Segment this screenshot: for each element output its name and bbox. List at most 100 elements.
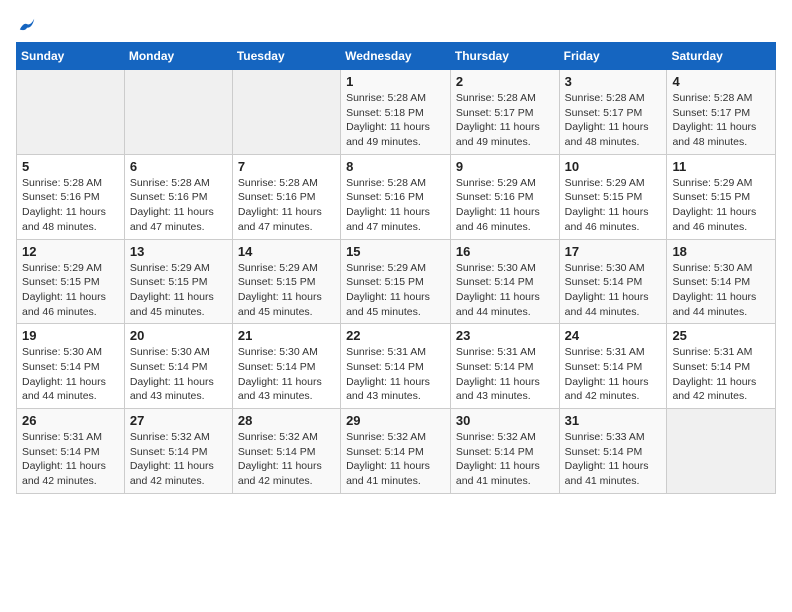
calendar-cell: 10 Sunrise: 5:29 AMSunset: 5:15 PMDayligh… — [559, 154, 667, 239]
day-number: 11 — [672, 159, 770, 174]
calendar-cell: 31Sunrise: 5:33 AMSunset: 5:14 PMDayligh… — [559, 409, 667, 494]
day-info: Sunrise: 5:29 AMSunset: 5:15 PMDaylight:… — [565, 176, 662, 235]
calendar-cell: 3Sunrise: 5:28 AMSunset: 5:17 PMDaylight… — [559, 70, 667, 155]
sunset-text: Sunset: 5:14 PM — [565, 360, 662, 375]
sunrise-text: Sunrise: 5:28 AM — [346, 176, 445, 191]
sunset-text: Sunset: 5:14 PM — [130, 445, 227, 460]
daylight-text: Daylight: 11 hours and 43 minutes. — [130, 375, 227, 404]
daylight-text: Daylight: 11 hours and 47 minutes. — [130, 205, 227, 234]
sunset-text: Sunset: 5:14 PM — [672, 360, 770, 375]
day-info: Sunrise: 5:31 AMSunset: 5:14 PMDaylight:… — [565, 345, 662, 404]
sunset-text: Sunset: 5:15 PM — [238, 275, 335, 290]
header-day-friday: Friday — [559, 43, 667, 70]
header-day-sunday: Sunday — [17, 43, 125, 70]
daylight-text: Daylight: 11 hours and 44 minutes. — [456, 290, 554, 319]
logo-text — [16, 16, 36, 34]
daylight-text: Daylight: 11 hours and 41 minutes. — [565, 459, 662, 488]
week-row-2: 5Sunrise: 5:28 AMSunset: 5:16 PMDaylight… — [17, 154, 776, 239]
daylight-text: Daylight: 11 hours and 49 minutes. — [346, 120, 445, 149]
daylight-text: Daylight: 11 hours and 42 minutes. — [22, 459, 119, 488]
calendar-cell: 17Sunrise: 5:30 AMSunset: 5:14 PMDayligh… — [559, 239, 667, 324]
sunrise-text: Sunrise: 5:30 AM — [238, 345, 335, 360]
sunrise-text: Sunrise: 5:29 AM — [22, 261, 119, 276]
calendar-cell — [17, 70, 125, 155]
sunset-text: Sunset: 5:18 PM — [346, 106, 445, 121]
sunrise-text: Sunrise: 5:31 AM — [456, 345, 554, 360]
calendar-cell: 18Sunrise: 5:30 AMSunset: 5:14 PMDayligh… — [667, 239, 776, 324]
day-info: Sunrise: 5:31 AMSunset: 5:14 PMDaylight:… — [456, 345, 554, 404]
sunset-text: Sunset: 5:16 PM — [346, 190, 445, 205]
day-info: Sunrise: 5:30 AMSunset: 5:14 PMDaylight:… — [456, 261, 554, 320]
sunset-text: Sunset: 5:16 PM — [456, 190, 554, 205]
calendar-cell: 21Sunrise: 5:30 AMSunset: 5:14 PMDayligh… — [232, 324, 340, 409]
day-info: Sunrise: 5:28 AMSunset: 5:17 PMDaylight:… — [456, 91, 554, 150]
week-row-3: 12Sunrise: 5:29 AMSunset: 5:15 PMDayligh… — [17, 239, 776, 324]
sunrise-text: Sunrise: 5:31 AM — [346, 345, 445, 360]
day-number: 28 — [238, 413, 335, 428]
day-info: Sunrise: 5:31 AMSunset: 5:14 PMDaylight:… — [346, 345, 445, 404]
sunset-text: Sunset: 5:14 PM — [22, 445, 119, 460]
sunrise-text: Sunrise: 5:29 AM — [238, 261, 335, 276]
calendar-cell: 14Sunrise: 5:29 AMSunset: 5:15 PMDayligh… — [232, 239, 340, 324]
sunset-text: Sunset: 5:16 PM — [238, 190, 335, 205]
day-info: Sunrise: 5:30 AMSunset: 5:14 PMDaylight:… — [130, 345, 227, 404]
week-row-1: 1 Sunrise: 5:28 AM Sunset: 5:18 PMDaylight… — [17, 70, 776, 155]
sunrise-text: Sunrise: 5:30 AM — [565, 261, 662, 276]
calendar-cell: 2Sunrise: 5:28 AMSunset: 5:17 PMDaylight… — [450, 70, 559, 155]
sunrise-text: Sunrise: 5:28 AM — [130, 176, 227, 191]
day-number: 6 — [130, 159, 227, 174]
day-number: 18 — [672, 244, 770, 259]
sunset-text: Sunset: 5:14 PM — [456, 275, 554, 290]
sunrise-text: Sunrise: 5:28 AM — [238, 176, 335, 191]
daylight-text: Daylight: 11 hours and 46 minutes. — [456, 205, 554, 234]
sunrise-text: Sunrise: 5:28 AM — [565, 91, 662, 106]
day-number: 19 — [22, 328, 119, 343]
daylight-text: Daylight: 11 hours and 46 minutes. — [565, 205, 662, 234]
day-info: Sunrise: 5:30 AMSunset: 5:14 PMDaylight:… — [565, 261, 662, 320]
sunrise-text: Sunrise: 5:29 AM — [672, 176, 770, 191]
sunrise-text: Sunrise: 5:29 AM — [565, 176, 662, 191]
calendar-header: SundayMondayTuesdayWednesdayThursdayFrid… — [17, 43, 776, 70]
sunrise-text: Sunrise: 5:29 AM — [130, 261, 227, 276]
calendar-cell: 5Sunrise: 5:28 AMSunset: 5:16 PMDaylight… — [17, 154, 125, 239]
day-info: Sunrise: 5:28 AMSunset: 5:16 PMDaylight:… — [22, 176, 119, 235]
daylight-text: Daylight: 11 hours and 43 minutes. — [346, 375, 445, 404]
daylight-text: Daylight: 11 hours and 42 minutes. — [238, 459, 335, 488]
sunset-text: Sunset: 5:14 PM — [238, 445, 335, 460]
logo — [16, 16, 36, 30]
header-day-saturday: Saturday — [667, 43, 776, 70]
day-number: 10 — [565, 159, 662, 174]
calendar-cell: 23Sunrise: 5:31 AMSunset: 5:14 PMDayligh… — [450, 324, 559, 409]
sunset-text: Sunset: 5:15 PM — [346, 275, 445, 290]
sunset-text: Sunset: 5:14 PM — [456, 360, 554, 375]
daylight-text: Daylight: 11 hours and 47 minutes. — [346, 205, 445, 234]
calendar-cell: 28Sunrise: 5:32 AMSunset: 5:14 PMDayligh… — [232, 409, 340, 494]
sunset-text: Sunset: 5:14 PM — [22, 360, 119, 375]
sunset-text: Sunset: 5:15 PM — [22, 275, 119, 290]
day-number: 20 — [130, 328, 227, 343]
day-number: 13 — [130, 244, 227, 259]
day-info: Sunrise: 5:28 AMSunset: 5:16 PMDaylight:… — [130, 176, 227, 235]
sunset-text: Sunset: 5:16 PM — [130, 190, 227, 205]
day-number: 30 — [456, 413, 554, 428]
calendar-table: SundayMondayTuesdayWednesdayThursdayFrid… — [16, 42, 776, 494]
day-info: Sunrise: 5:29 AMSunset: 5:15 PMDaylight:… — [672, 176, 770, 235]
sunset-text: Sunset: 5:14 PM — [565, 275, 662, 290]
daylight-text: Daylight: 11 hours and 46 minutes. — [22, 290, 119, 319]
week-row-5: 26Sunrise: 5:31 AMSunset: 5:14 PMDayligh… — [17, 409, 776, 494]
day-info: Sunrise: 5:28 AMSunset: 5:16 PMDaylight:… — [238, 176, 335, 235]
sunrise-text: Sunrise: 5:30 AM — [672, 261, 770, 276]
sunrise-text: Sunrise: 5:28 AM — [456, 91, 554, 106]
day-info: Sunrise: 5:31 AMSunset: 5:14 PMDaylight:… — [22, 430, 119, 489]
daylight-text: Daylight: 11 hours and 43 minutes. — [238, 375, 335, 404]
header-day-thursday: Thursday — [450, 43, 559, 70]
daylight-text: Daylight: 11 hours and 44 minutes. — [565, 290, 662, 319]
sunrise-text: Sunrise: 5:29 AM — [346, 261, 445, 276]
calendar-cell: 19Sunrise: 5:30 AMSunset: 5:14 PMDayligh… — [17, 324, 125, 409]
sunrise-text: Sunrise: 5:28 AM — [672, 91, 770, 106]
calendar-cell — [667, 409, 776, 494]
sunrise-text: Sunrise: 5:28 AM — [22, 176, 119, 191]
day-number: 1 — [346, 74, 445, 89]
day-number: 7 — [238, 159, 335, 174]
daylight-text: Daylight: 11 hours and 44 minutes. — [22, 375, 119, 404]
